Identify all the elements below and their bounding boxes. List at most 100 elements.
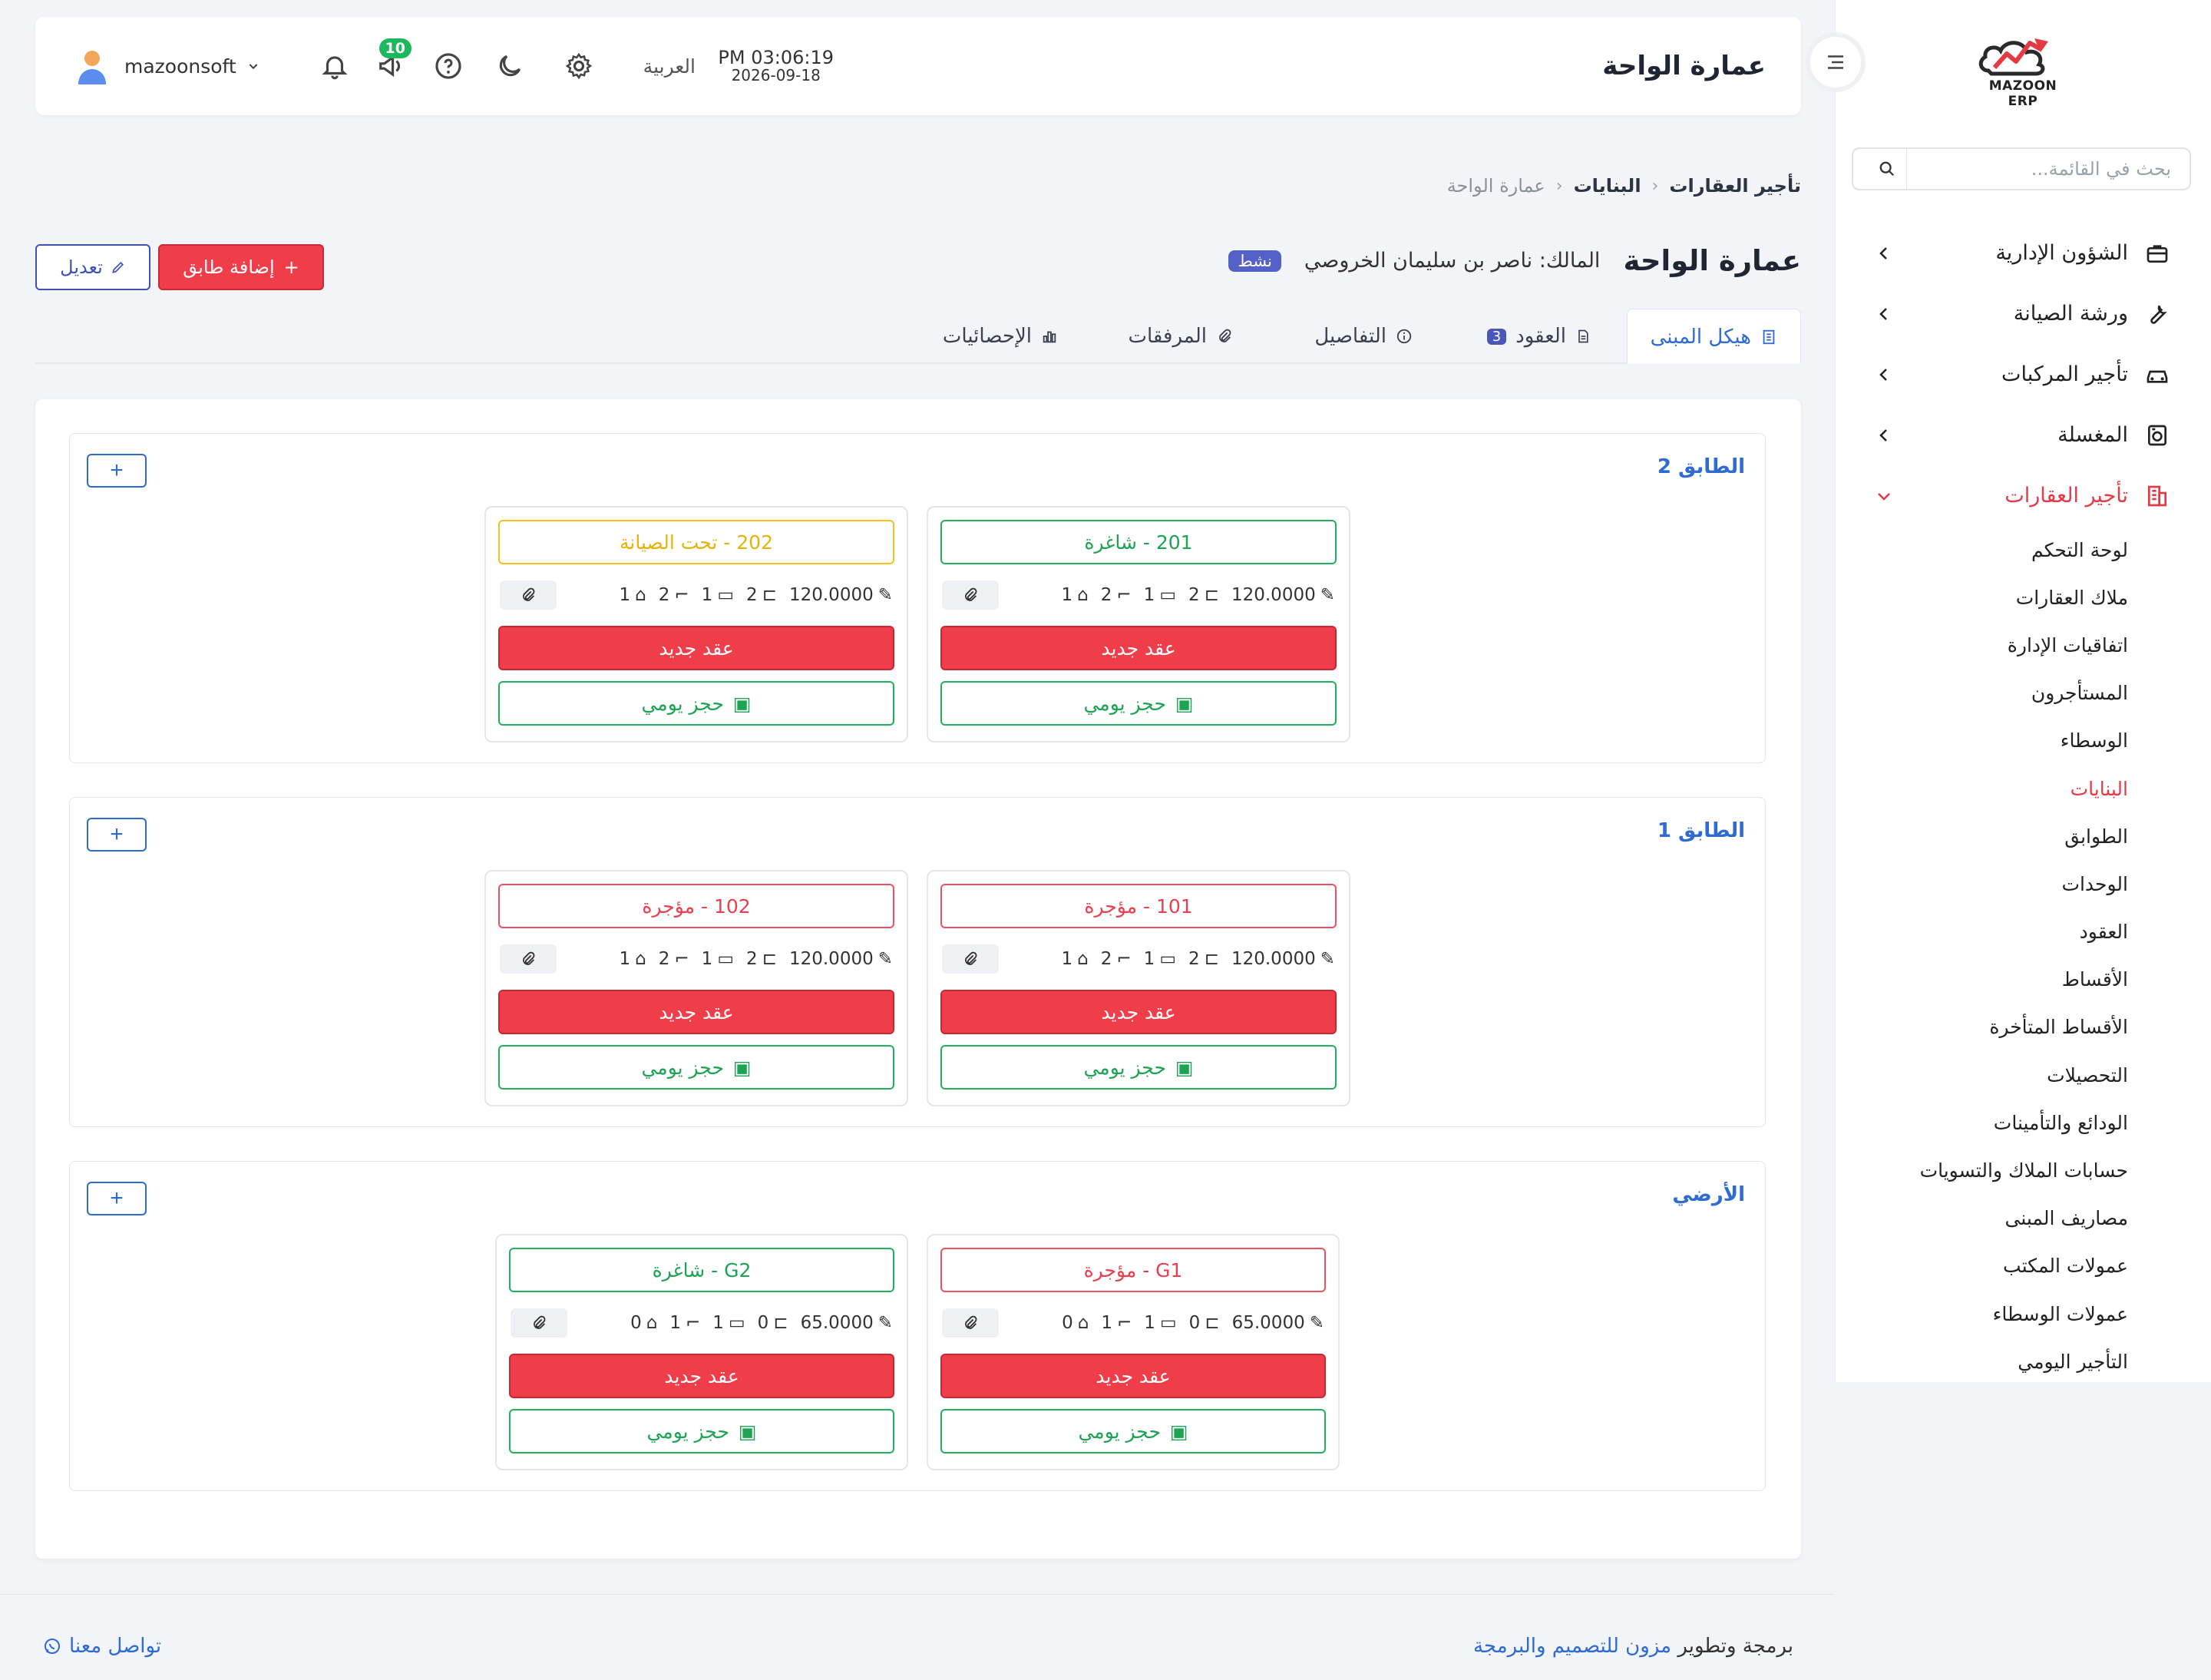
breadcrumb-level2[interactable]: البنايات — [1574, 175, 1641, 197]
sidebar-subitem[interactable]: العقود — [1835, 908, 2128, 956]
edit-label: تعديل — [60, 256, 103, 278]
add-unit-button[interactable]: + — [87, 454, 147, 488]
sidebar-subitem[interactable]: مصاريف المبنى — [1835, 1195, 2129, 1242]
tab-statistics[interactable]: الإحصائيات — [920, 309, 1081, 364]
language-switch[interactable]: العربية — [643, 55, 696, 78]
unit-status[interactable]: G2 - شاغرة — [509, 1248, 894, 1292]
credit-link[interactable]: مزون للتصميم والبرمجة — [1473, 1635, 1671, 1658]
daily-booking-button[interactable]: ▣ حجز يومي — [498, 1045, 894, 1090]
daily-booking-button[interactable]: ▣ حجز يومي — [498, 681, 894, 726]
megaphone-icon[interactable]: 10 — [375, 38, 411, 83]
kitchen-icon: ⌂ — [635, 949, 646, 969]
sidebar-subitem[interactable]: التأجير اليومي — [1835, 1338, 2128, 1385]
search-icon[interactable] — [1867, 149, 1907, 189]
sidebar-subitem[interactable]: الأقساط — [1835, 956, 2128, 1004]
pencil-icon[interactable]: ✎ — [1320, 949, 1335, 969]
sidebar-subitem[interactable]: لوحة التحكم — [1835, 526, 2128, 574]
username: mazoonsoft — [124, 55, 236, 78]
sidebar-subitem[interactable]: اتفاقيات الإدارة — [1835, 621, 2128, 669]
daily-booking-label: حجز يومي — [646, 1420, 729, 1443]
sidebar-subitem[interactable]: المستأجرون — [1835, 670, 2128, 717]
add-unit-button[interactable]: + — [87, 1182, 147, 1215]
car-icon — [2143, 361, 2171, 389]
sidebar-subitem[interactable]: عمولات الوسطاء — [1835, 1290, 2128, 1338]
tab-attachments[interactable]: المرفقات — [1105, 309, 1256, 364]
sidebar-search-input[interactable] — [1913, 158, 2176, 180]
pencil-icon[interactable]: ✎ — [878, 949, 893, 969]
new-contract-button[interactable]: عقد جديد — [498, 626, 894, 670]
sidebar-item-vehicles[interactable]: تأجير المركبات — [1835, 344, 2211, 405]
bell-icon[interactable] — [318, 49, 352, 83]
sidebar-item-workshop[interactable]: ورشة الصيانة — [1835, 283, 2211, 344]
add-unit-button[interactable]: + — [87, 818, 147, 852]
baths-count: 2 — [658, 949, 670, 969]
unit-status[interactable]: 102 - مؤجرة — [498, 884, 894, 928]
new-contract-button[interactable]: عقد جديد — [940, 626, 1337, 670]
sidebar-subitem[interactable]: الطوابق — [1835, 812, 2128, 860]
pencil-icon[interactable]: ✎ — [878, 585, 893, 605]
unit-status[interactable]: 201 - شاغرة — [940, 520, 1337, 564]
tab-details[interactable]: التفاصيل — [1291, 309, 1436, 364]
unit-status[interactable]: G1 - مؤجرة — [940, 1248, 1326, 1292]
new-contract-button[interactable]: عقد جديد — [940, 1354, 1326, 1398]
paperclip-icon[interactable] — [500, 580, 557, 610]
new-contract-button[interactable]: عقد جديد — [498, 990, 894, 1034]
sidebar-subitem[interactable]: الوحدات — [1835, 860, 2128, 908]
new-contract-button[interactable]: عقد جديد — [509, 1354, 894, 1398]
breadcrumb: تأجير العقارات ‹ البنايات ‹ عمارة الواحة — [1447, 175, 1801, 197]
sidebar-item-laundry[interactable]: المغسلة — [1835, 405, 2211, 465]
app-logo[interactable]: MAZOON ERP — [1973, 31, 2073, 109]
pencil-icon[interactable]: ✎ — [878, 1313, 893, 1333]
sidebar-item-admin[interactable]: الشؤون الإدارية — [1835, 223, 2211, 283]
units-row: 201 - شاغرة 1 ⌂ 2 ⌐ 1 ▭ 2 ⊏ 120.0000 ✎ عقد جد… — [484, 506, 1350, 742]
bar-chart-icon — [1043, 331, 1056, 343]
units-row: G1 - مؤجرة 0 ⌂ 1 ⌐ 1 ▭ 0 ⊏ 65.0000 ✎ عقد جديد… — [495, 1234, 1340, 1470]
unit-status[interactable]: 202 - تحت الصيانة — [498, 520, 894, 564]
sidebar-subitem[interactable]: حسابات الملاك والتسويات — [1835, 1146, 2128, 1194]
edit-button[interactable]: تعديل — [35, 244, 150, 290]
daily-booking-button[interactable]: ▣ حجز يومي — [940, 681, 1337, 726]
user-menu[interactable]: mazoonsoft — [71, 45, 259, 88]
help-icon[interactable] — [431, 49, 465, 83]
paperclip-icon[interactable] — [942, 580, 999, 610]
daily-booking-button[interactable]: ▣ حجز يومي — [509, 1409, 894, 1453]
footer-credit: برمجة وتطوير مزون للتصميم والبرمجة — [1473, 1635, 1793, 1658]
sidebar-toggle-button[interactable] — [1806, 32, 1866, 92]
sidebar-subitem-buildings[interactable]: البنايات — [1835, 765, 2128, 812]
sidebar-item-real-estate[interactable]: تأجير العقارات — [1835, 465, 2211, 526]
sidebar-subitem[interactable]: الودائع والتأمينات — [1835, 1099, 2128, 1146]
bed-icon: ⊏ — [773, 1313, 788, 1333]
paperclip-icon[interactable] — [942, 944, 999, 974]
unit-card: G2 - شاغرة 0 ⌂ 1 ⌐ 1 ▭ 0 ⊏ 65.0000 ✎ عقد جديد… — [495, 1234, 908, 1470]
sidebar-subitem[interactable]: عمولات المكتب — [1835, 1242, 2128, 1290]
paperclip-icon[interactable] — [942, 1308, 999, 1338]
contact-link[interactable]: تواصل معنا — [43, 1635, 161, 1658]
pencil-icon[interactable]: ✎ — [1320, 585, 1335, 605]
paperclip-icon[interactable] — [511, 1308, 567, 1338]
moon-icon[interactable] — [493, 49, 527, 83]
living-count: 1 — [701, 585, 713, 605]
spec-row: 1 ⌂ 2 ⌐ 1 ▭ 2 ⊏ 120.0000 ✎ — [620, 949, 894, 969]
avatar — [78, 51, 106, 84]
new-contract-button[interactable]: عقد جديد — [940, 990, 1337, 1034]
kitchen-icon: ⌂ — [1077, 585, 1089, 605]
sidebar-subitem[interactable]: الوسطاء — [1835, 717, 2128, 765]
sidebar-subitem[interactable]: الأقساط المتأخرة — [1835, 1004, 2128, 1051]
unit-price: 65.0000 — [1231, 1313, 1305, 1333]
unit-card: 202 - تحت الصيانة 1 ⌂ 2 ⌐ 1 ▭ 2 ⊏ 120.0000 ✎ … — [484, 506, 908, 742]
paperclip-icon[interactable] — [500, 944, 557, 974]
sidebar-search — [1852, 147, 2191, 190]
daily-booking-button[interactable]: ▣ حجز يومي — [940, 1409, 1326, 1453]
sidebar-subitem[interactable]: ملاك العقارات — [1835, 574, 2128, 621]
add-floor-button[interactable]: + إضافة طابق — [158, 244, 324, 290]
tab-count-badge: 3 — [1486, 328, 1507, 345]
tab-contracts[interactable]: العقود 3 — [1464, 309, 1614, 364]
daily-booking-button[interactable]: ▣ حجز يومي — [940, 1045, 1337, 1090]
sidebar-subitem[interactable]: التحصيلات — [1835, 1051, 2128, 1099]
settings-gear-icon[interactable] — [562, 49, 596, 83]
bath-icon: ⌐ — [1116, 585, 1132, 605]
breadcrumb-level1[interactable]: تأجير العقارات — [1669, 175, 1801, 197]
pencil-icon[interactable]: ✎ — [1310, 1313, 1324, 1333]
tab-structure[interactable]: هيكل المبنى — [1626, 309, 1801, 364]
unit-status[interactable]: 101 - مؤجرة — [940, 884, 1337, 928]
